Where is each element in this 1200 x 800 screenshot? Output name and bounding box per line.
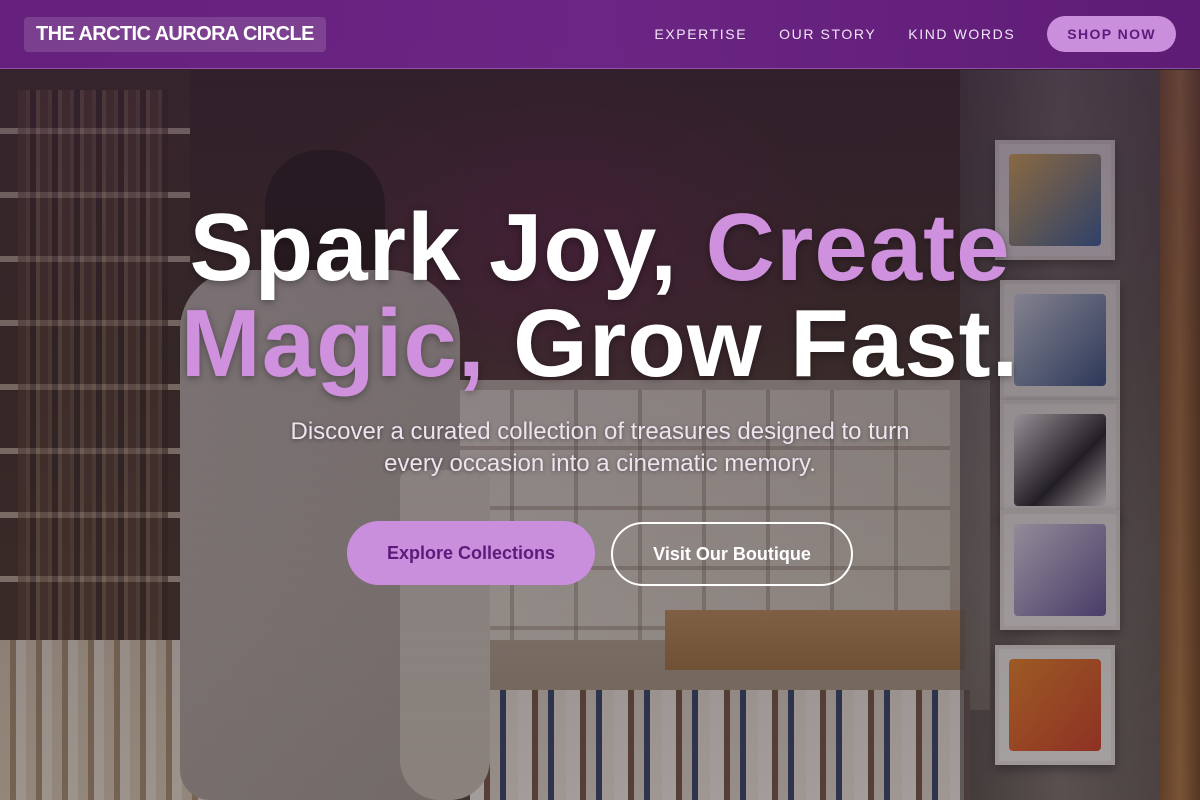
shop-now-button[interactable]: SHOP NOW	[1047, 16, 1176, 52]
hero-subtitle: Discover a curated collection of treasur…	[290, 418, 910, 477]
brand-logo[interactable]: THE ARCTIC AURORA CIRCLE	[24, 16, 326, 52]
nav-link-our-story[interactable]: OUR STORY	[779, 26, 876, 42]
nav-links: EXPERTISE OUR STORY KIND WORDS SHOP NOW	[654, 16, 1176, 52]
nav-link-kind-words[interactable]: KIND WORDS	[908, 26, 1015, 42]
explore-collections-button[interactable]: Explore Collections	[347, 521, 595, 585]
hero-headline: Spark Joy, Create Magic, Grow Fast.	[0, 200, 1200, 392]
headline-accent-2: Magic,	[180, 290, 486, 397]
visit-boutique-button[interactable]: Visit Our Boutique	[611, 522, 853, 586]
hero-section: Spark Joy, Create Magic, Grow Fast. Disc…	[0, 200, 1200, 586]
top-navbar: THE ARCTIC AURORA CIRCLE EXPERTISE OUR S…	[0, 0, 1200, 69]
headline-part-2: Grow Fast.	[485, 290, 1020, 397]
headline-accent-1: Create	[705, 194, 1011, 301]
cta-buttons: Explore Collections Visit Our Boutique	[0, 521, 1200, 586]
nav-link-expertise[interactable]: EXPERTISE	[654, 26, 747, 42]
headline-part-1: Spark Joy,	[189, 194, 706, 301]
